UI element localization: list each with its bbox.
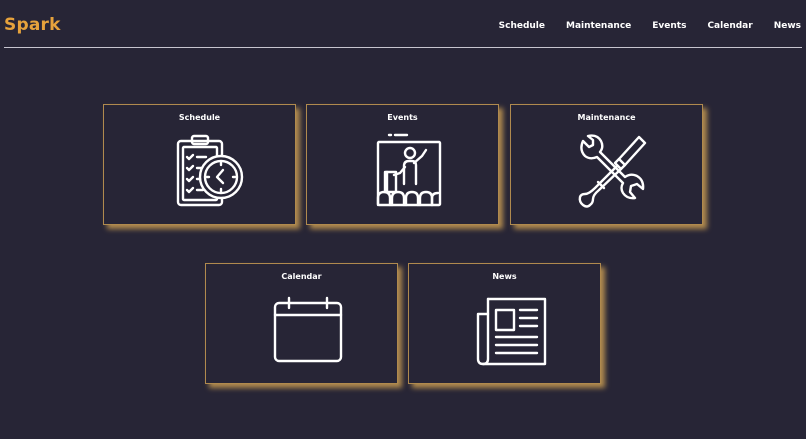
- stage-presenter-icon: [376, 133, 442, 207]
- calendar-icon: [273, 296, 343, 363]
- newspaper-icon: [476, 297, 547, 366]
- nav-item-news[interactable]: News: [774, 21, 801, 31]
- top-bar: Spark Schedule Maintenance Events Calend…: [0, 0, 806, 48]
- card-title: Maintenance: [577, 113, 636, 122]
- card-news[interactable]: News: [408, 263, 601, 384]
- card-title: News: [492, 272, 517, 281]
- nav-item-calendar[interactable]: Calendar: [707, 21, 752, 31]
- main-nav: Schedule Maintenance Events Calendar New…: [499, 21, 801, 31]
- clipboard-clock-icon: [176, 134, 244, 207]
- header-divider: [4, 47, 802, 48]
- nav-item-schedule[interactable]: Schedule: [499, 21, 545, 31]
- brand-logo[interactable]: Spark: [4, 15, 61, 35]
- card-title: Calendar: [281, 272, 322, 281]
- wrench-screwdriver-icon: [578, 134, 647, 208]
- card-events[interactable]: Events: [306, 104, 499, 225]
- card-title: Schedule: [178, 113, 221, 122]
- card-maintenance[interactable]: Maintenance: [510, 104, 703, 225]
- card-calendar[interactable]: Calendar: [205, 263, 398, 384]
- nav-item-events[interactable]: Events: [652, 21, 686, 31]
- card-title: Events: [387, 113, 418, 122]
- nav-item-maintenance[interactable]: Maintenance: [566, 21, 631, 31]
- card-schedule[interactable]: Schedule: [103, 104, 296, 225]
